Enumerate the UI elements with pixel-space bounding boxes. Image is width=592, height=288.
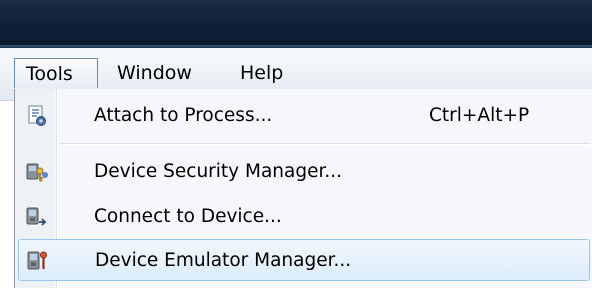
device-security-icon: [26, 163, 48, 182]
emulator-manager-icon: [27, 251, 47, 270]
menu-item-label: Attach to Process...: [94, 105, 273, 126]
menu-help[interactable]: Help: [231, 58, 292, 88]
menu-item-shortcut: Ctrl+Alt+P: [429, 105, 530, 126]
attach-process-icon: [28, 105, 46, 126]
menu-item-device-emulator-manager[interactable]: Device Emulator Manager...: [18, 239, 590, 281]
tools-dropdown-menu: Attach to Process... Ctrl+Alt+P Device S…: [14, 89, 592, 288]
menu-item-connect-to-device[interactable]: Connect to Device...: [18, 196, 590, 238]
menu-window[interactable]: Window: [108, 58, 201, 88]
menu-item-device-security-manager[interactable]: Device Security Manager...: [18, 151, 590, 193]
menu-separator-highlight: [60, 144, 590, 145]
menu-item-label: Connect to Device...: [94, 206, 282, 227]
menu-item-attach-to-process[interactable]: Attach to Process... Ctrl+Alt+P: [18, 95, 590, 137]
menu-tools[interactable]: Tools: [14, 58, 98, 88]
menu-item-label: Device Security Manager...: [94, 161, 343, 182]
menu-item-label: Device Emulator Manager...: [95, 250, 352, 271]
connect-device-icon: [26, 207, 47, 226]
window-titlebar: [0, 0, 592, 48]
